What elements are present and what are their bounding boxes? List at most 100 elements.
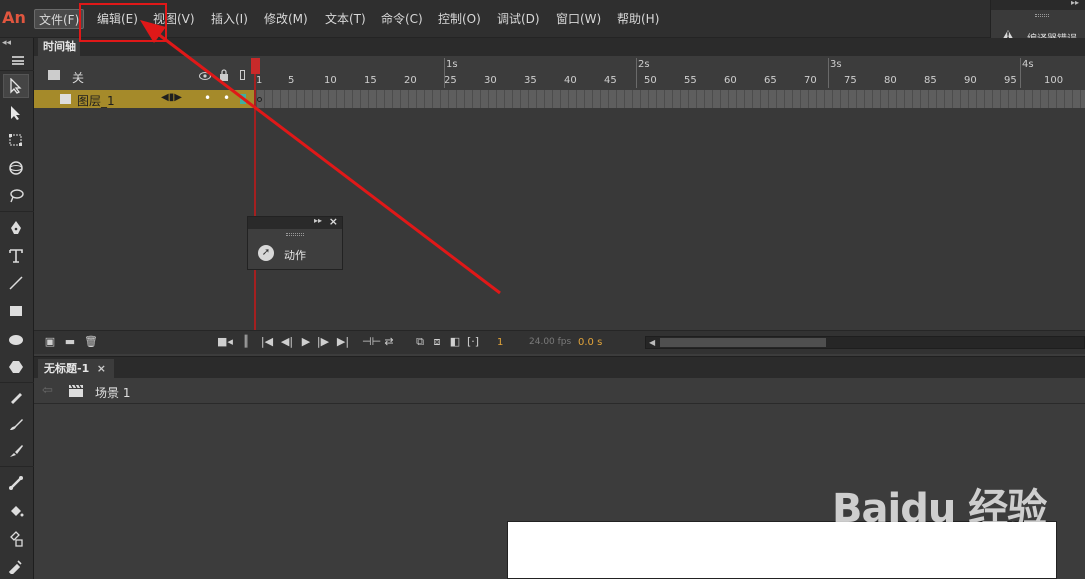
edit-multiple-frames-icon[interactable]: ◧ [448,335,462,349]
document-tab-label[interactable]: 无标题-1 [44,362,89,375]
onion-skin-icon[interactable]: ⧉ [413,335,427,349]
scroll-thumb[interactable] [660,338,826,347]
timeline-body[interactable] [34,108,1085,330]
delete-layer-icon[interactable]: 🗑 [84,335,98,349]
visible-dot-icon[interactable]: • [204,91,211,105]
ruler-second-tick [636,58,637,88]
menu-file[interactable]: 文件(F) [34,9,85,29]
new-folder-icon[interactable]: ▬ [63,335,77,349]
watermark-logo: Baidu 经验 [832,486,1047,532]
grip-icon[interactable] [286,233,304,236]
divider [0,211,34,212]
layer-nav-icon[interactable]: ◀▮▶ [161,92,182,103]
timeline-tab-row: 时间轴 [34,38,1085,56]
layer-name[interactable]: 图层_1 [77,92,115,109]
pause-bars-icon[interactable]: ║ [239,335,253,349]
camera-icon[interactable]: ■◂ [217,335,233,349]
timeline-hscrollbar[interactable]: ◀ [645,336,1085,349]
grip-icon[interactable] [1035,14,1049,17]
ruler-second-label: 3s [830,59,842,70]
actions-label[interactable]: 动作 [284,247,306,263]
ink-bottle-tool-icon[interactable] [3,527,29,551]
subselection-tool-icon[interactable] [3,101,29,125]
divider [0,466,34,467]
menu-help[interactable]: 帮助(H) [613,9,663,29]
menu-modify[interactable]: 修改(M) [260,9,312,29]
clapperboard-icon [69,384,83,397]
tools-panel: ◂◂ [0,38,34,579]
close-document-icon[interactable]: × [97,359,106,379]
step-back-icon[interactable]: ◀| [280,335,294,349]
new-layer-icon[interactable]: ▣ [43,335,57,349]
empty-keyframe-icon[interactable] [257,97,262,102]
scene-label[interactable]: 场景 1 [95,384,130,401]
actions-icon[interactable]: ➚ [258,245,274,261]
menu-debug[interactable]: 调试(D) [493,9,544,29]
paint-bucket-tool-icon[interactable] [3,499,29,523]
panel-header[interactable]: ▸▸ × [248,215,342,229]
menu-insert[interactable]: 插入(I) [207,9,252,29]
back-arrow-icon[interactable]: ⇦ [42,383,53,398]
menu-text[interactable]: 文本(T) [321,9,370,29]
center-frame-icon[interactable]: ⊣⊢ [362,335,381,349]
bone-tool-icon[interactable] [3,471,29,495]
pen-tool-icon[interactable] [3,216,29,240]
play-icon[interactable]: ▶ [299,335,313,349]
loop-icon[interactable]: ⇄ [382,335,396,349]
lock-dot-icon[interactable]: • [223,91,230,105]
outline-all-layers-icon[interactable] [240,70,245,80]
3d-rotation-tool-icon[interactable] [3,156,29,180]
ruler-second-tick [1020,58,1021,88]
layer-icon [60,94,71,104]
free-transform-tool-icon[interactable] [3,128,29,152]
frame-rate[interactable]: 24.00 fps [529,337,571,347]
outline-color-icon[interactable] [240,94,246,104]
divider [0,382,34,383]
playhead-handle[interactable] [251,58,260,74]
layer-row[interactable]: 图层_1 ◀▮▶ • • [34,90,256,108]
lock-all-layers-icon[interactable] [219,69,229,81]
expand-icon[interactable]: ▸▸ [1071,0,1079,7]
polystar-tool-icon[interactable] [3,355,29,379]
close-icon[interactable]: × [329,215,338,228]
frames-row[interactable] [256,90,1085,108]
playhead[interactable] [254,58,256,330]
app-window: An 文件(F) 编辑(E) 视图(V) 插入(I) 修改(M) 文本(T) 命… [0,0,1085,579]
rectangle-tool-icon[interactable] [3,299,29,323]
ruler-frame-label: 70 [804,75,817,86]
panel-menu-icon[interactable] [12,56,24,65]
modify-markers-icon[interactable]: [·] [466,335,480,349]
tab-document[interactable]: 无标题-1 × [38,359,114,379]
ruler-second-label: 4s [1022,59,1034,70]
selection-tool-icon[interactable] [3,74,29,98]
ruler-second-label: 1s [446,59,458,70]
text-tool-icon[interactable] [3,244,29,268]
go-to-last-frame-icon[interactable]: ▶| [336,335,350,349]
menu-control[interactable]: 控制(O) [434,9,485,29]
show-all-layers-eye-icon[interactable] [199,71,211,81]
lasso-tool-icon[interactable] [3,184,29,208]
menu-window[interactable]: 窗口(W) [552,9,605,29]
elapsed-time[interactable]: 0.0 s [578,337,602,348]
onion-outlines-icon[interactable]: ⧈ [430,335,444,349]
ruler-frame-label: 75 [844,75,857,86]
layer-options-icon[interactable] [48,70,60,80]
tab-timeline[interactable]: 时间轴 [38,38,80,56]
paint-brush-tool-icon[interactable] [3,412,29,436]
go-to-first-frame-icon[interactable]: |◀ [260,335,274,349]
menu-commands[interactable]: 命令(C) [377,9,427,29]
brush-tool-icon[interactable] [3,439,29,463]
collapse-icon[interactable]: ◂◂ [2,38,11,48]
line-tool-icon[interactable] [3,271,29,295]
scroll-left-icon[interactable]: ◀ [649,338,655,347]
oval-tool-icon[interactable] [3,328,29,352]
timeline-ruler[interactable]: 1 5 10 15 20 25 30 35 40 45 50 55 60 65 70 75 80 85 90 95 10… [254,56,1085,90]
actions-panel[interactable]: ▸▸ × ➚ 动作 [247,215,343,270]
pencil-tool-icon[interactable] [3,385,29,409]
current-frame[interactable]: 1 [497,337,503,348]
expand-icon[interactable]: ▸▸ [314,216,322,225]
ruler-frame-label: 25 [444,75,457,86]
panel-header[interactable]: ▸▸ [991,0,1085,10]
eyedropper-tool-icon[interactable] [3,554,29,578]
step-forward-icon[interactable]: |▶ [316,335,330,349]
